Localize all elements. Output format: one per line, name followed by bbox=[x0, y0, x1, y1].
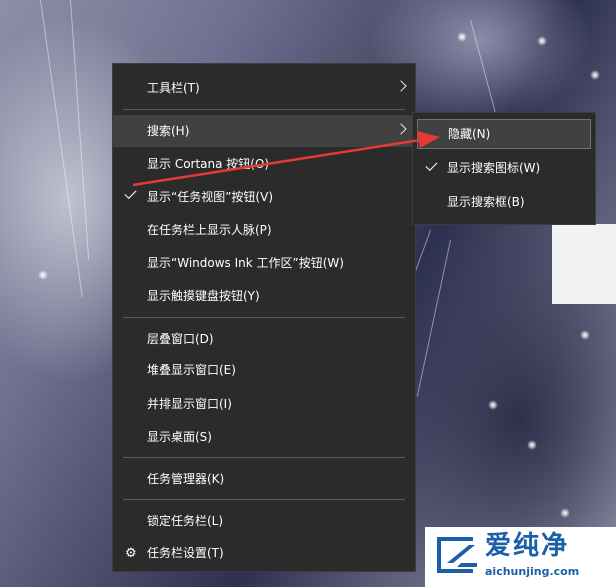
annotation-arrow bbox=[132, 131, 440, 187]
annotation-arrow-line bbox=[132, 138, 421, 187]
watermark-text: 爱纯净 bbox=[485, 531, 570, 561]
watermark-url: aichunjing.com bbox=[485, 565, 580, 578]
watermark-logo-icon bbox=[437, 537, 477, 573]
annotation-arrow-head bbox=[417, 131, 440, 148]
watermark: 爱纯净 aichunjing.com bbox=[425, 527, 616, 587]
